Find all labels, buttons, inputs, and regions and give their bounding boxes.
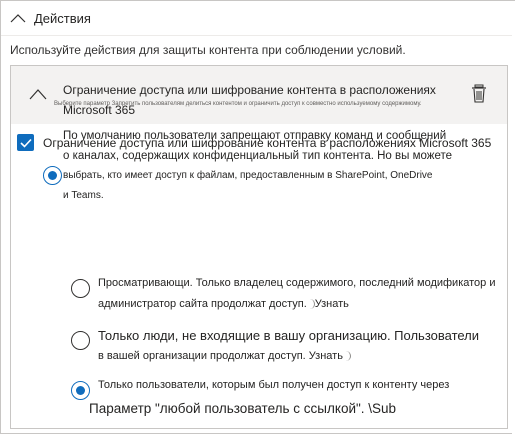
description-line: выбрать, кто имеет доступ к файлам, пред…	[63, 170, 433, 181]
sharing-description: По умолчанию пользователи запрещают отпр…	[63, 126, 483, 206]
description-line: По умолчанию пользователи запрещают отпр…	[63, 130, 447, 142]
rule-card-header: Ограничение доступа или шифрование конте…	[11, 66, 507, 124]
anyone-link-option-text: Только пользователи, которым был получен…	[98, 379, 450, 391]
rule-title-line1: Ограничение доступа или шифрование конте…	[63, 83, 436, 97]
mouse-cursor-icon	[307, 299, 315, 310]
intro-text: Используйте действия для защиты контента…	[10, 43, 406, 57]
option-line: администратор сайта продолжат доступ. Узн…	[98, 294, 495, 315]
owner-only-option-text: Просматривающи. Только владелец содержим…	[98, 273, 495, 315]
option-line: Только люди, не входящие в вашу организа…	[98, 328, 480, 343]
owner-only-radio[interactable]	[71, 279, 90, 298]
mouse-cursor-icon	[343, 351, 351, 362]
divider	[1, 35, 515, 36]
restrict-access-checkbox[interactable]	[17, 134, 34, 151]
learn-more-link[interactable]: Узнать	[315, 298, 349, 310]
option-line-text: в вашей организации продолжат доступ.	[98, 350, 306, 362]
chevron-up-icon[interactable]	[29, 88, 47, 100]
external-only-option-text: Только люди, не входящие в вашу организа…	[98, 325, 479, 367]
block-sharing-option-label: Выберите параметр Запретить пользователя…	[54, 101, 422, 107]
block-sharing-radio[interactable]	[43, 166, 62, 185]
learn-more-link[interactable]: Узнать	[309, 350, 343, 362]
actions-section-header[interactable]: Действия	[10, 7, 91, 29]
anyone-link-option-subtext: Параметр "любой пользователь с ссылкой".…	[89, 401, 397, 416]
option-line: Просматривающи. Только владелец содержим…	[98, 277, 496, 289]
section-title: Действия	[34, 10, 91, 26]
trash-icon[interactable]	[471, 84, 487, 104]
rule-title: Ограничение доступа или шифрование конте…	[63, 80, 463, 120]
external-only-radio[interactable]	[71, 331, 90, 350]
actions-panel: Действия Используйте действия для защиты…	[0, 0, 515, 434]
chevron-up-icon	[10, 14, 26, 23]
option-line: в вашей организации продолжат доступ. Уз…	[98, 346, 479, 367]
option-line-text: администратор сайта продолжат доступ.	[98, 298, 307, 310]
anyone-link-radio[interactable]	[71, 381, 90, 400]
description-line: о каналах, содержащих конфиденциальный т…	[63, 150, 453, 162]
description-line: и Teams.	[63, 190, 104, 201]
checkmark-icon	[19, 138, 32, 148]
